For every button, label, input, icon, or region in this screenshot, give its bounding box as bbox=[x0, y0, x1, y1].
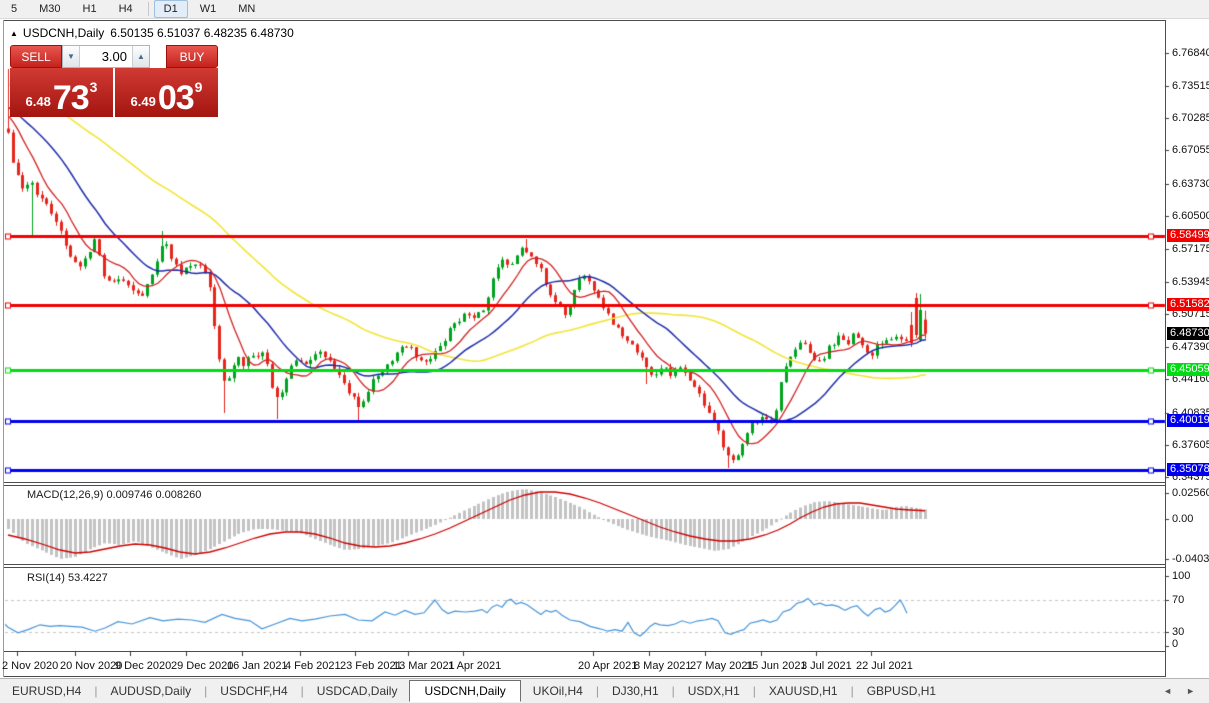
date-label: 1 Apr 2021 bbox=[448, 660, 501, 672]
volume-increase-button[interactable]: ▲ bbox=[132, 46, 149, 67]
rsi-axis-label: 0 bbox=[1172, 638, 1178, 650]
symbol-tab-bar: EURUSD,H4|AUDUSD,Daily|USDCHF,H4|USDCAD,… bbox=[0, 678, 1209, 703]
symbol-tab-ukoil[interactable]: UKOil,H4 bbox=[521, 681, 595, 701]
macd-axis-label: 0.025609 bbox=[1172, 487, 1209, 499]
sell-price-big-digits: 73 bbox=[53, 83, 89, 113]
symbol-tab-dj30[interactable]: DJ30,H1 bbox=[600, 681, 671, 701]
sell-price-display[interactable]: 6.48 73 3 bbox=[10, 68, 113, 117]
date-label: 8 May 2021 bbox=[634, 660, 691, 672]
tab-scroll-left-icon[interactable]: ◄ bbox=[1163, 686, 1172, 696]
chart-ohlc-values: 6.50135 6.51037 6.48235 6.48730 bbox=[110, 26, 294, 40]
price-tick-label: 6.57175 bbox=[1172, 243, 1209, 255]
level-price-tag: 6.51582 bbox=[1167, 298, 1209, 311]
macd-axis-label: -0.040388 bbox=[1172, 553, 1209, 565]
macd-signal-value: 0.008260 bbox=[155, 489, 201, 501]
rsi-indicator-label: RSI(14) 53.4227 bbox=[27, 572, 108, 584]
chart-left-border bbox=[3, 20, 4, 677]
buy-price-prefix: 6.49 bbox=[131, 94, 156, 109]
date-label: 9 Dec 2020 bbox=[115, 660, 171, 672]
toolbar-timeframe-button-h1[interactable]: H1 bbox=[73, 0, 107, 18]
tab-scroll-controls: ◄► bbox=[1163, 686, 1195, 696]
date-axis-bottom-border bbox=[3, 676, 1165, 677]
buy-price-big-digits: 03 bbox=[158, 83, 194, 113]
toolbar-divider bbox=[148, 2, 149, 16]
price-tick-label: 6.63730 bbox=[1172, 178, 1209, 190]
price-tick-label: 6.53945 bbox=[1172, 276, 1209, 288]
toolbar-timeframe-button-h4[interactable]: H4 bbox=[109, 0, 143, 18]
current-price-tag: 6.48730 bbox=[1167, 327, 1209, 340]
symbol-tab-usdcad[interactable]: USDCAD,Daily bbox=[305, 681, 410, 701]
date-label: 22 Jul 2021 bbox=[856, 660, 913, 672]
chart-title: ▲ USDCNH,Daily 6.50135 6.51037 6.48235 6.4… bbox=[10, 26, 294, 40]
symbol-tab-eurusd[interactable]: EURUSD,H4 bbox=[0, 681, 93, 701]
macd-pane-top-border bbox=[3, 485, 1165, 486]
level-price-tag: 6.40019 bbox=[1167, 414, 1209, 427]
rsi-axis-label: 70 bbox=[1172, 594, 1184, 606]
date-label: 4 Feb 2021 bbox=[285, 660, 341, 672]
date-label: 29 Dec 2020 bbox=[171, 660, 233, 672]
macd-axis-label: 0.00 bbox=[1172, 513, 1193, 525]
macd-main-value: 0.009746 bbox=[106, 489, 152, 501]
chart-top-border bbox=[3, 20, 1165, 21]
date-label: 20 Apr 2021 bbox=[578, 660, 637, 672]
toolbar-timeframe-button-d1[interactable]: D1 bbox=[154, 0, 188, 18]
price-tick-label: 6.73515 bbox=[1172, 80, 1209, 92]
price-tick-label: 6.67055 bbox=[1172, 144, 1209, 156]
price-tick-label: 6.47390 bbox=[1172, 341, 1209, 353]
timeframe-toolbar: 5M30H1H4 D1W1MN bbox=[0, 0, 1209, 19]
level-price-tag: 6.45059 bbox=[1167, 363, 1209, 376]
price-tick-label: 6.37605 bbox=[1172, 439, 1209, 451]
price-tick-label: 6.76840 bbox=[1172, 47, 1209, 59]
symbol-tab-audusd[interactable]: AUDUSD,Daily bbox=[98, 681, 203, 701]
price-tick-label: 6.60500 bbox=[1172, 210, 1209, 222]
volume-input[interactable] bbox=[80, 46, 132, 67]
price-tick-label: 6.70285 bbox=[1172, 112, 1209, 124]
symbol-tab-usdx[interactable]: USDX,H1 bbox=[676, 681, 752, 701]
main-pane-bottom-border[interactable] bbox=[3, 482, 1165, 483]
sell-price-pipette: 3 bbox=[90, 79, 98, 95]
sell-button[interactable]: SELL bbox=[10, 45, 62, 68]
date-label: 3 Jul 2021 bbox=[801, 660, 852, 672]
date-label: 20 Nov 2020 bbox=[60, 660, 122, 672]
sell-price-prefix: 6.48 bbox=[26, 94, 51, 109]
level-price-tag: 6.58499 bbox=[1167, 229, 1209, 242]
rsi-pane-top-border bbox=[3, 567, 1165, 568]
macd-name: MACD(12,26,9) bbox=[27, 489, 103, 501]
toolbar-timeframe-button-5[interactable]: 5 bbox=[1, 0, 27, 18]
date-label: 15 Jun 2021 bbox=[746, 660, 807, 672]
volume-stepper: ▼ ▲ bbox=[62, 45, 150, 68]
symbol-tab-xauusd[interactable]: XAUUSD,H1 bbox=[757, 681, 850, 701]
buy-price-pipette: 9 bbox=[195, 79, 203, 95]
chart-symbol-label: USDCNH,Daily bbox=[23, 26, 104, 40]
symbol-tab-usdcnh[interactable]: USDCNH,Daily bbox=[409, 680, 520, 702]
rsi-pane-bottom-border bbox=[3, 651, 1165, 652]
one-click-trading-panel: SELL ▼ ▲ BUY 6.48 73 3 6.49 03 9 bbox=[10, 45, 218, 117]
date-label: 13 Mar 2021 bbox=[393, 660, 455, 672]
symbol-tab-usdchf[interactable]: USDCHF,H4 bbox=[208, 681, 299, 701]
level-price-tag: 6.35078 bbox=[1167, 463, 1209, 476]
toolbar-timeframe-button-w1[interactable]: W1 bbox=[190, 0, 227, 18]
tab-scroll-right-icon[interactable]: ► bbox=[1186, 686, 1195, 696]
collapse-triangle-icon[interactable]: ▲ bbox=[10, 29, 18, 38]
date-label: 2 Nov 2020 bbox=[2, 660, 58, 672]
price-axis-line bbox=[1165, 20, 1166, 677]
symbol-tab-gbpusd[interactable]: GBPUSD,H1 bbox=[855, 681, 948, 701]
buy-button[interactable]: BUY bbox=[166, 45, 218, 68]
trading-platform-window: 5M30H1H4 D1W1MN ▲ USDCNH,Daily 6.50135 6.51… bbox=[0, 0, 1209, 703]
buy-price-display[interactable]: 6.49 03 9 bbox=[115, 68, 218, 117]
rsi-value: 53.4227 bbox=[68, 572, 108, 584]
volume-decrease-button[interactable]: ▼ bbox=[63, 46, 80, 67]
macd-pane-bottom-border[interactable] bbox=[3, 564, 1165, 565]
macd-indicator-label: MACD(12,26,9) 0.009746 0.008260 bbox=[27, 489, 201, 501]
rsi-axis-label: 30 bbox=[1172, 626, 1184, 638]
date-label: 27 May 2021 bbox=[690, 660, 754, 672]
rsi-axis-label: 100 bbox=[1172, 570, 1190, 582]
date-label: 16 Jan 2021 bbox=[227, 660, 288, 672]
toolbar-timeframe-button-m30[interactable]: M30 bbox=[29, 0, 70, 18]
toolbar-timeframe-button-mn[interactable]: MN bbox=[228, 0, 265, 18]
rsi-name: RSI(14) bbox=[27, 572, 65, 584]
